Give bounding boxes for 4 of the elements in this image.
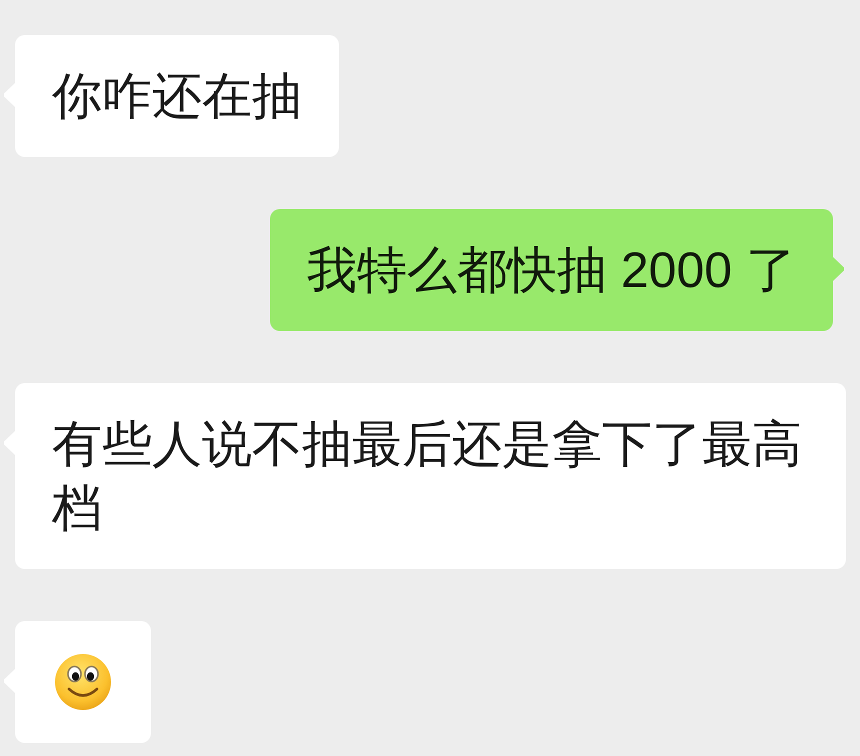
message-text: 有些人说不抽最后还是拿下了最高档 <box>52 415 803 538</box>
message-text: 我特么都快抽 2000 了 <box>306 241 796 300</box>
smiley-emoji-icon <box>55 654 111 710</box>
message-text: 你咋还在抽 <box>52 67 302 126</box>
